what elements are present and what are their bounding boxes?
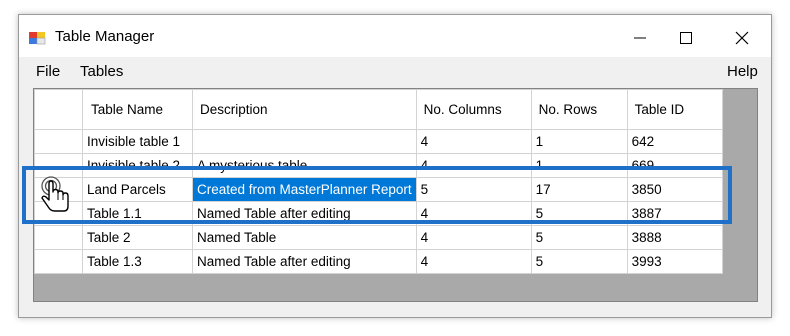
cell-table-id[interactable]: 3850 — [626, 177, 723, 202]
row-header[interactable] — [34, 249, 83, 274]
cell-no-columns[interactable]: 4 — [415, 153, 532, 178]
cell-table-id[interactable]: 669 — [626, 153, 723, 178]
header-row: Table Name Description No. Columns No. R… — [34, 89, 723, 130]
cell-no-columns[interactable]: 4 — [415, 225, 532, 250]
minimize-button[interactable] — [617, 23, 663, 53]
cell-no-rows[interactable]: 17 — [530, 177, 628, 202]
menu-file[interactable]: File — [36, 63, 60, 80]
hand-pointer-cursor-icon — [41, 176, 69, 212]
maximize-icon — [680, 32, 692, 44]
maximize-button[interactable] — [663, 23, 709, 53]
cell-description[interactable]: Named Table after editing — [192, 249, 417, 274]
cell-no-columns[interactable]: 5 — [415, 177, 532, 202]
table-row[interactable]: Table 1.1 Named Table after editing 4 5 … — [34, 201, 723, 226]
close-icon — [735, 31, 749, 45]
cell-table-name[interactable]: Invisible table 1 — [82, 129, 193, 154]
column-header-no-rows[interactable]: No. Rows — [530, 89, 628, 130]
row-header[interactable] — [34, 153, 83, 178]
table-row[interactable]: Table 2 Named Table 4 5 3888 — [34, 225, 723, 250]
cell-table-name[interactable]: Table 1.3 — [82, 249, 193, 274]
tables-data-grid: Table Name Description No. Columns No. R… — [34, 89, 723, 274]
cell-table-name[interactable]: Table 1.1 — [82, 201, 193, 226]
cell-description-selected[interactable]: Created from MasterPlanner Report — [192, 177, 417, 202]
app-icon — [29, 32, 46, 45]
table-row[interactable]: Invisible table 1 4 1 642 — [34, 129, 723, 154]
cell-description[interactable]: Named Table — [192, 225, 417, 250]
title-bar: Table Manager — [19, 15, 771, 57]
cell-no-columns[interactable]: 4 — [415, 249, 532, 274]
column-header-table-id[interactable]: Table ID — [626, 89, 723, 130]
cell-table-name[interactable]: Land Parcels — [82, 177, 193, 202]
corner-header — [34, 89, 83, 130]
cell-no-rows[interactable]: 5 — [530, 249, 628, 274]
cell-table-id[interactable]: 642 — [626, 129, 723, 154]
cell-description[interactable]: A mysterious table — [192, 153, 417, 178]
cell-no-rows[interactable]: 1 — [530, 129, 628, 154]
table-manager-window: Table Manager File Tables Help Table Nam… — [18, 14, 772, 318]
menu-help[interactable]: Help — [727, 63, 758, 80]
cell-no-rows[interactable]: 1 — [530, 153, 628, 178]
menu-bar: File Tables Help — [19, 57, 771, 85]
minimize-icon — [634, 37, 646, 39]
menu-tables[interactable]: Tables — [80, 63, 123, 80]
table-row[interactable]: Invisible table 2 A mysterious table 4 1… — [34, 153, 723, 178]
cell-table-name[interactable]: Table 2 — [82, 225, 193, 250]
cell-description[interactable] — [192, 129, 417, 154]
column-header-no-columns[interactable]: No. Columns — [415, 89, 532, 130]
cell-table-name[interactable]: Invisible table 2 — [82, 153, 193, 178]
window-title: Table Manager — [55, 28, 155, 45]
cell-no-rows[interactable]: 5 — [530, 201, 628, 226]
table-row[interactable]: Land Parcels Created from MasterPlanner … — [34, 177, 723, 202]
column-header-description[interactable]: Description — [192, 89, 417, 130]
row-header[interactable] — [34, 129, 83, 154]
cell-no-rows[interactable]: 5 — [530, 225, 628, 250]
row-header[interactable] — [34, 225, 83, 250]
cell-table-id[interactable]: 3993 — [626, 249, 723, 274]
tables-grid[interactable]: Table Name Description No. Columns No. R… — [33, 88, 758, 302]
cell-no-columns[interactable]: 4 — [415, 201, 532, 226]
column-header-table-name[interactable]: Table Name — [82, 89, 193, 130]
cell-no-columns[interactable]: 4 — [415, 129, 532, 154]
cell-table-id[interactable]: 3888 — [626, 225, 723, 250]
cell-table-id[interactable]: 3887 — [626, 201, 723, 226]
table-row[interactable]: Table 1.3 Named Table after editing 4 5 … — [34, 249, 723, 274]
close-button[interactable] — [719, 23, 765, 53]
cell-description[interactable]: Named Table after editing — [192, 201, 417, 226]
